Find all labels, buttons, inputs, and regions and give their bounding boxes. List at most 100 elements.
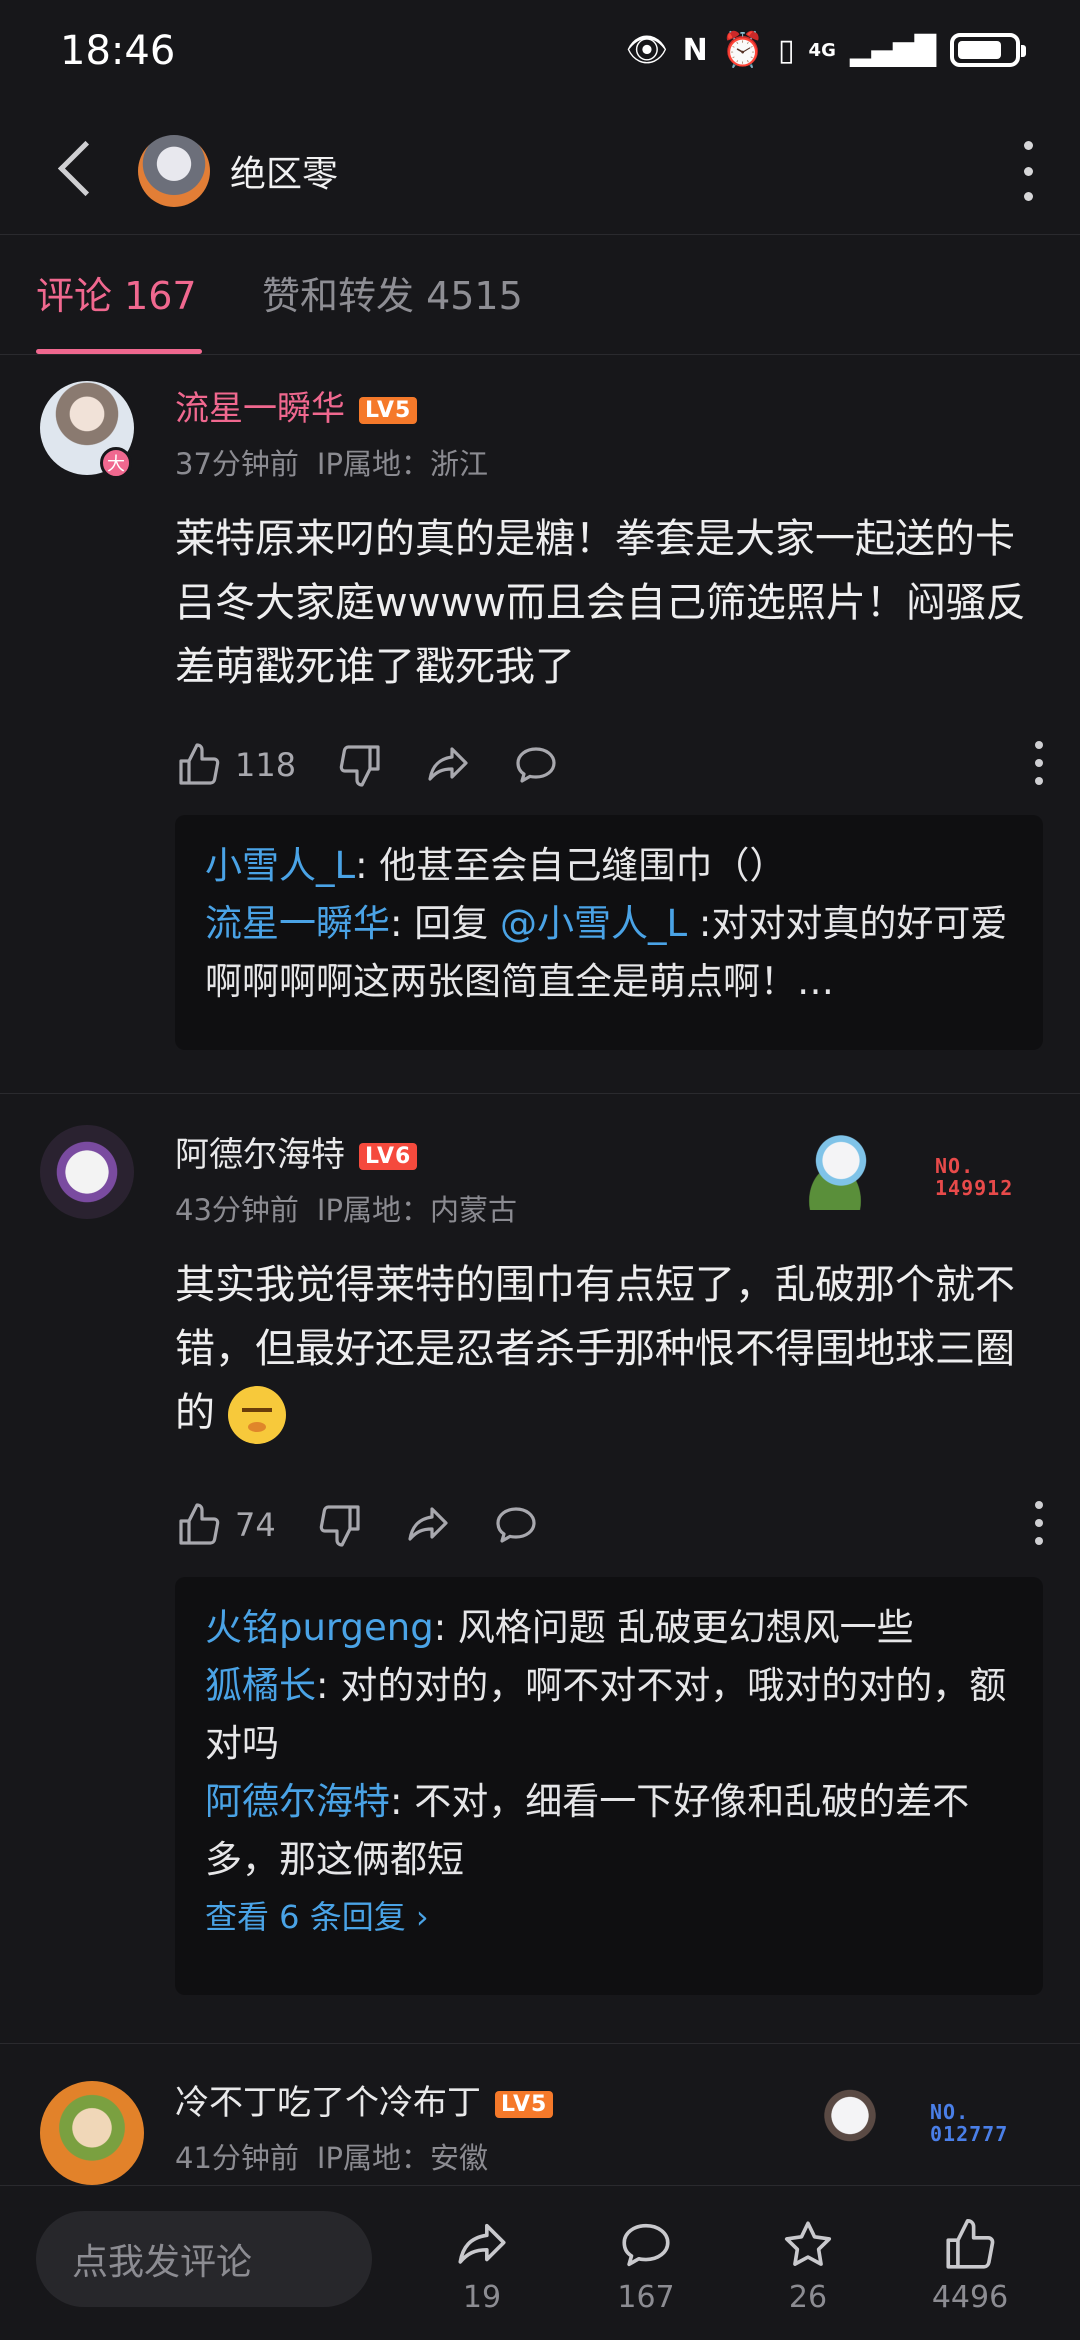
comment-time: 37分钟前 (175, 447, 299, 481)
thumbs-up-icon (179, 1503, 220, 1545)
comment-count: 167 (617, 2280, 675, 2315)
reply-author[interactable]: 火铭purgeng (205, 1606, 434, 1649)
comment-item: 冷不丁吃了个冷布丁 LV5 41分钟前 IP属地：安徽 NO. 012777 (0, 2045, 1080, 2185)
comment-bubble-icon (496, 1507, 536, 1543)
comment-bubble-icon (516, 747, 556, 783)
comment-time: 41分钟前 (175, 2141, 299, 2175)
share-icon (458, 2223, 506, 2264)
eye-icon: 👁 (625, 30, 669, 70)
like-count: 4496 (931, 2280, 1009, 2315)
tab-comments[interactable]: 评论 167 (36, 265, 197, 320)
reply-item[interactable]: 火铭purgeng: 风格问题 乱破更幻想风一些 (205, 1599, 1013, 1657)
top-header: 绝区零 (0, 105, 1080, 235)
level-badge: LV6 (359, 1143, 418, 1170)
reply-item[interactable]: 狐橘长: 对的对的，啊不对不对，哦对的对的，额对吗 (205, 1657, 1013, 1773)
dislike-button[interactable] (336, 741, 384, 789)
share-button[interactable]: 19 (422, 2216, 542, 2315)
share-icon (428, 747, 468, 781)
comment-text[interactable]: 其实我觉得莱特的围巾有点短了，乱破那个就不错，但最好还是忍者杀手那种恨不得围地球… (175, 1253, 1035, 1445)
favorite-button[interactable]: 26 (748, 2216, 868, 2315)
comment-item: 阿德尔海特 LV6 43分钟前 IP属地：内蒙古 NO. 149912 其实我觉得莱… (0, 1095, 1080, 2040)
comment-time: 43分钟前 (175, 1193, 299, 1227)
reply-button[interactable] (512, 741, 560, 789)
fan-card-image (775, 1120, 895, 1210)
channel-avatar[interactable] (138, 135, 210, 207)
star-icon (784, 2221, 832, 2266)
thumbs-up-icon (946, 2219, 995, 2269)
like-button[interactable]: 74 (175, 1501, 276, 1549)
network-type: 4G (808, 39, 836, 61)
divider (0, 2043, 1080, 2044)
bottom-action-bar: 点我发评论 19 167 26 4496 (0, 2185, 1080, 2340)
share-button[interactable] (404, 1501, 452, 1549)
page-title[interactable]: 绝区零 (230, 145, 338, 197)
share-count: 19 (462, 2280, 502, 2315)
back-arrow-icon[interactable] (48, 135, 108, 205)
reply-text: : 对的对的，啊不对不对，哦对的对的，额对吗 (205, 1664, 1007, 1765)
comment-more-icon[interactable] (1033, 741, 1045, 785)
like-count: 118 (235, 746, 297, 784)
thumbs-down-icon (339, 745, 380, 787)
comment-text-content: 其实我觉得莱特的围巾有点短了，乱破那个就不错，但最好还是忍者杀手那种恨不得围地球… (175, 1262, 1015, 1436)
comment-meta: 41分钟前 IP属地：安徽 (175, 2135, 488, 2177)
battery-icon (950, 33, 1026, 67)
reply-text: : 回复 (390, 902, 500, 945)
more-options-icon[interactable] (1018, 141, 1038, 201)
status-time: 18:46 (60, 28, 176, 74)
comment-bubble-icon (622, 2223, 670, 2267)
alarm-icon: ⏰ (721, 30, 765, 70)
comment-meta: 43分钟前 IP属地：内蒙古 (175, 1187, 517, 1229)
comment-ip: IP属地：安徽 (316, 2141, 488, 2175)
thumbs-down-icon (319, 1505, 360, 1547)
like-count: 74 (235, 1506, 276, 1544)
like-button[interactable]: 4496 (910, 2216, 1030, 2315)
tab-bar: 评论 167 赞和转发 4515 (0, 235, 1080, 355)
signal-icon: ▂▄▆█ (849, 33, 936, 67)
reply-author[interactable]: 狐橘长 (205, 1664, 316, 1707)
comment-actions: 118 (175, 735, 1045, 795)
level-badge: LV5 (359, 397, 418, 424)
fan-number-badge: NO. 149912 (935, 1154, 1014, 1200)
reply-button[interactable] (492, 1501, 540, 1549)
username-text[interactable]: 阿德尔海特 (175, 1135, 345, 1175)
comment-meta: 37分钟前 IP属地：浙江 (175, 441, 488, 483)
comment-text[interactable]: 莱特原来叼的真的是糖！拳套是大家一起送的卡吕冬大家庭wwww而且会自己筛选照片！… (175, 507, 1035, 699)
username-text[interactable]: 流星一瞬华 (175, 389, 345, 429)
reply-author[interactable]: 流星一瞬华 (205, 902, 390, 945)
reply-text: : 风格问题 乱破更幻想风一些 (433, 1606, 914, 1649)
like-button[interactable]: 118 (175, 741, 296, 789)
avatar[interactable] (40, 1125, 134, 1219)
view-more-replies-link[interactable]: 查看 6 条回复 › (205, 1889, 1013, 1945)
dislike-button[interactable] (316, 1501, 364, 1549)
reply-mention[interactable]: @小雪人_L (500, 902, 687, 945)
tab-likes-reposts[interactable]: 赞和转发 4515 (262, 265, 523, 320)
comment-username[interactable]: 冷不丁吃了个冷布丁 LV5 (175, 2075, 554, 2124)
share-icon (408, 1507, 448, 1541)
reply-text: : 他甚至会自己缝围巾（） (355, 844, 787, 887)
reply-preview-box[interactable]: 火铭purgeng: 风格问题 乱破更幻想风一些 狐橘长: 对的对的，啊不对不对… (175, 1577, 1043, 1995)
status-bar: 18:46 👁 N ⏰ ▯ 4G ▂▄▆█ (0, 0, 1080, 105)
fan-card-image (800, 2075, 900, 2165)
reply-item[interactable]: 小雪人_L: 他甚至会自己缝围巾（） (205, 837, 1013, 895)
comment-username[interactable]: 阿德尔海特 LV6 (175, 1127, 418, 1176)
comments-button[interactable]: 167 (586, 2216, 706, 2315)
reply-item[interactable]: 流星一瞬华: 回复 @小雪人_L :对对对真的好可爱啊啊啊啊这两张图简直全是萌点… (205, 895, 1013, 1011)
reply-author[interactable]: 阿德尔海特 (205, 1780, 390, 1823)
reply-preview-box[interactable]: 小雪人_L: 他甚至会自己缝围巾（） 流星一瞬华: 回复 @小雪人_L :对对对… (175, 815, 1043, 1050)
share-button[interactable] (424, 741, 472, 789)
comment-actions: 74 (175, 1495, 1045, 1555)
comment-ip: IP属地：浙江 (316, 447, 488, 481)
comment-username[interactable]: 流星一瞬华 LV5 (175, 381, 418, 430)
verified-badge: 大 (100, 447, 132, 479)
active-tab-indicator (36, 349, 202, 354)
reply-item[interactable]: 阿德尔海特: 不对，细看一下好像和乱破的差不多，那这俩都短 (205, 1773, 1013, 1889)
comment-ip: IP属地：内蒙古 (316, 1193, 517, 1227)
username-text[interactable]: 冷不丁吃了个冷布丁 (175, 2083, 481, 2123)
avatar[interactable] (40, 2081, 144, 2185)
comment-more-icon[interactable] (1033, 1501, 1045, 1545)
reply-author[interactable]: 小雪人_L (205, 844, 355, 887)
thumbs-up-icon (179, 743, 220, 785)
vibrate-icon: ▯ (778, 32, 795, 68)
level-badge: LV5 (495, 2091, 554, 2118)
comment-input[interactable]: 点我发评论 (36, 2211, 372, 2307)
